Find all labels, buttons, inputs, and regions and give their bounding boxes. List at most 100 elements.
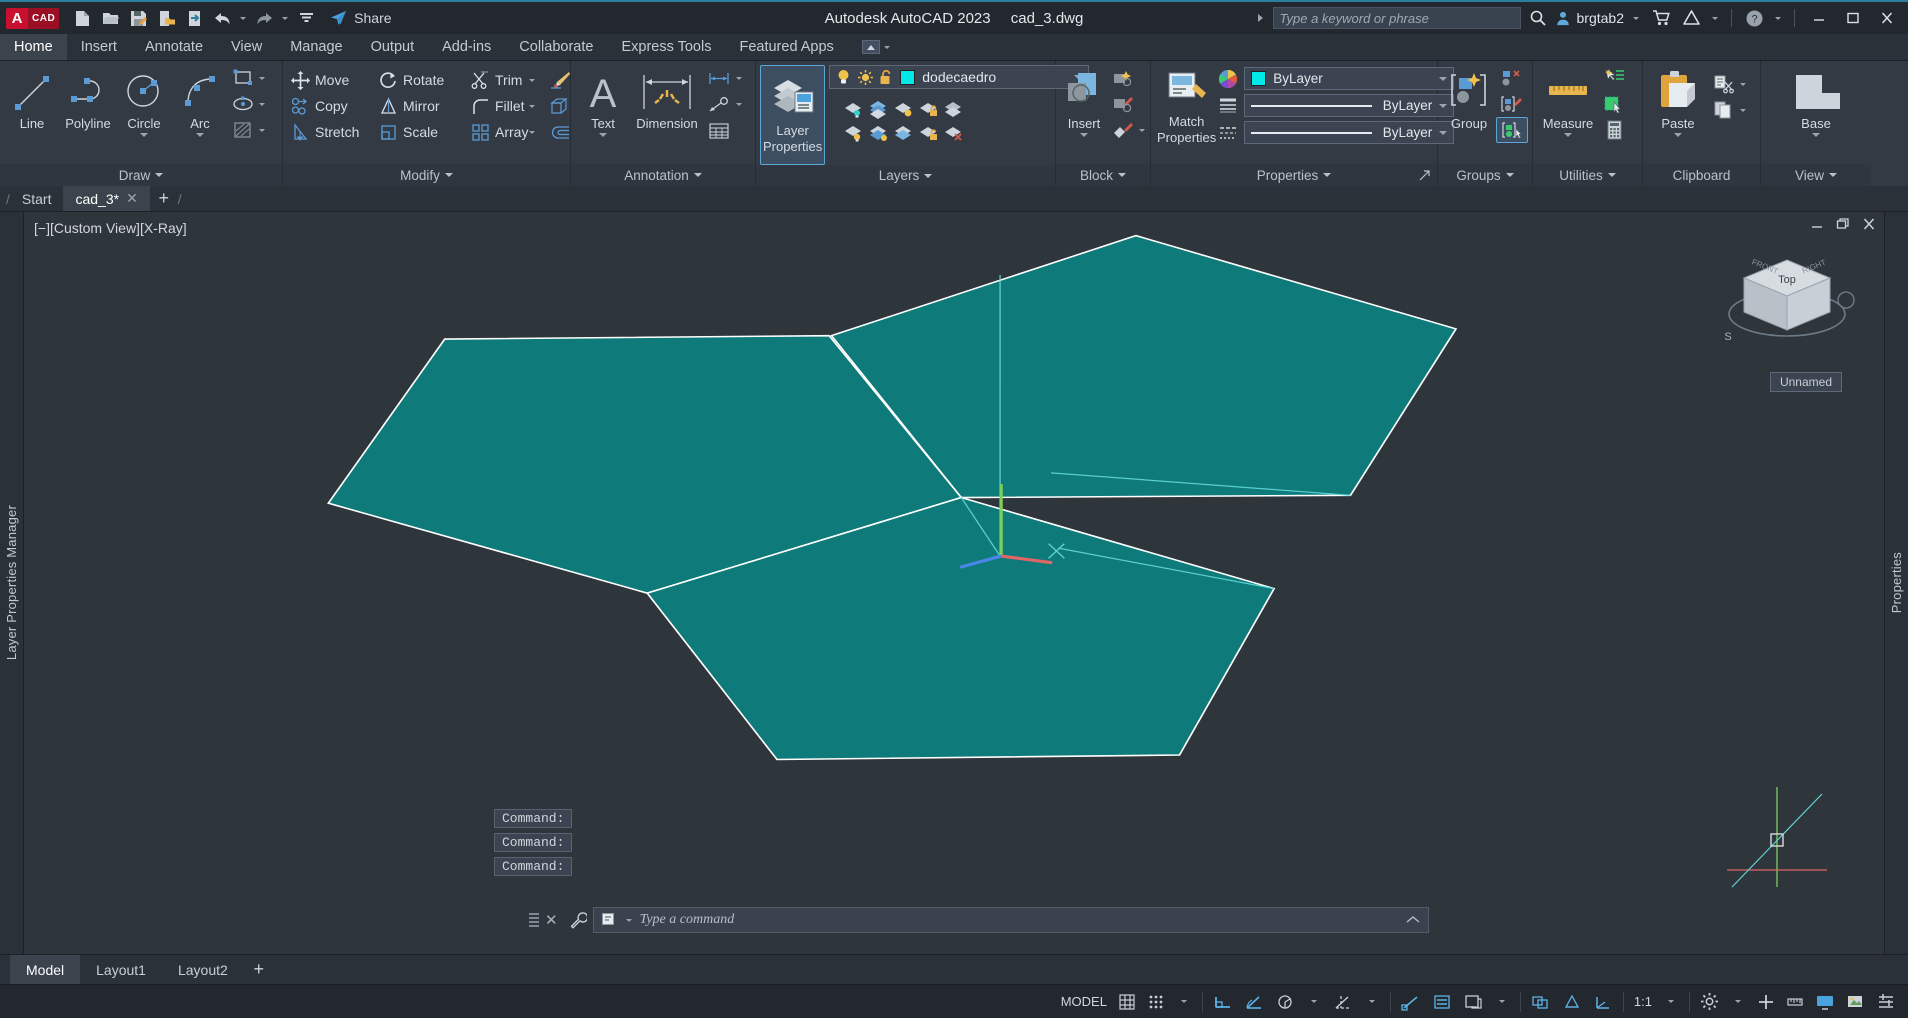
plot-icon[interactable] (181, 5, 207, 31)
linear-dimension-button[interactable] (703, 65, 746, 91)
snap-mode-toggle[interactable] (1142, 988, 1170, 1016)
fillet-button[interactable]: Fillet (467, 93, 529, 119)
object-snap-tracking-toggle[interactable] (1328, 988, 1358, 1016)
viewport-minimize-icon[interactable] (1810, 218, 1824, 230)
arc-button[interactable]: Arc (172, 65, 228, 141)
array-button[interactable]: Array (467, 119, 529, 145)
panel-label-draw[interactable]: Draw (0, 164, 282, 186)
open-file-icon[interactable] (97, 5, 123, 31)
layer-unlock-icon[interactable] (917, 121, 941, 145)
dimension-button[interactable]: Dimension (631, 65, 703, 135)
layer-off-icon[interactable] (842, 121, 866, 145)
share-button[interactable]: Share (329, 9, 392, 28)
circle-button[interactable]: Circle (116, 65, 172, 141)
panel-label-utilities[interactable]: Utilities (1533, 164, 1642, 186)
units-button[interactable] (1781, 988, 1809, 1016)
layer-unisolate-icon[interactable] (867, 97, 891, 121)
measure-button[interactable]: Measure (1537, 65, 1599, 141)
help-dropdown-icon[interactable] (1771, 5, 1785, 31)
transparency-dropdown-icon[interactable] (1489, 988, 1515, 1016)
object-snap-toggle[interactable] (1396, 988, 1426, 1016)
cart-icon[interactable] (1648, 5, 1674, 31)
panel-label-modify[interactable]: Modify (283, 164, 570, 186)
create-block-button[interactable] (1108, 65, 1149, 91)
quick-select-button[interactable] (1599, 65, 1629, 91)
lineweight-selector[interactable]: ByLayer (1244, 94, 1455, 117)
view-name-badge[interactable]: Unnamed (1769, 372, 1842, 392)
lightbulb-on-icon[interactable] (836, 69, 851, 85)
text-dropdown-icon[interactable] (599, 133, 607, 138)
ribbon-minimize-control[interactable] (854, 34, 898, 60)
tab-insert[interactable]: Insert (67, 34, 131, 60)
ellipse-dropdown-icon[interactable] (259, 102, 265, 106)
hardware-acceleration-button[interactable] (1810, 988, 1840, 1016)
command-input[interactable]: Type a command (592, 907, 1429, 933)
color-wheel-icon[interactable] (1218, 69, 1238, 89)
dynamic-ucs-toggle[interactable] (1588, 988, 1618, 1016)
layer-properties-manager-panel[interactable]: Layer Properties Manager (0, 212, 24, 954)
isodraft-dropdown-icon[interactable] (1301, 988, 1327, 1016)
customization-button[interactable] (1872, 988, 1900, 1016)
cut-button[interactable] (1709, 71, 1750, 97)
lineweight-display-toggle[interactable] (1427, 988, 1457, 1016)
arc-dropdown-icon[interactable] (196, 133, 204, 138)
autodesk-app-icon[interactable] (1678, 5, 1704, 31)
tab-view[interactable]: View (217, 34, 276, 60)
hatch-button[interactable] (228, 117, 269, 143)
command-expand-icon[interactable] (1406, 915, 1420, 925)
workspace-switching-button[interactable] (1695, 988, 1724, 1016)
close-button[interactable] (1872, 5, 1902, 31)
rectangle-button[interactable] (228, 65, 269, 91)
rectangle-dropdown-icon[interactable] (259, 76, 265, 80)
tab-express-tools[interactable]: Express Tools (607, 34, 725, 60)
group-selection-on-button[interactable] (1496, 117, 1528, 143)
maximize-button[interactable] (1838, 5, 1868, 31)
document-tab-cad3[interactable]: cad_3* ✕ (63, 186, 150, 211)
lineweight-icon[interactable] (1218, 96, 1238, 116)
save-as-icon[interactable] (153, 5, 179, 31)
tab-addins[interactable]: Add-ins (428, 34, 505, 60)
tab-annotate[interactable]: Annotate (131, 34, 217, 60)
paste-dropdown-icon[interactable] (1674, 133, 1682, 138)
line-button[interactable]: Line (4, 65, 60, 135)
copy-clip-dropdown-icon[interactable] (1740, 108, 1746, 112)
layout-tab-model[interactable]: Model (10, 955, 81, 984)
search-input[interactable]: Type a keyword or phrase (1272, 7, 1521, 29)
edit-block-button[interactable] (1108, 91, 1149, 117)
layout-tab-layout2[interactable]: Layout2 (162, 955, 244, 984)
drawing-canvas[interactable]: [−][Custom View][X-Ray] Top RIGHT FRONT … (24, 212, 1884, 954)
move-button[interactable]: Move (287, 67, 375, 93)
table-button[interactable] (703, 117, 746, 143)
cut-dropdown-icon[interactable] (1740, 82, 1746, 86)
object-color-selector[interactable]: ByLayer (1244, 67, 1455, 90)
close-tab-icon[interactable]: ✕ (126, 190, 138, 207)
annotation-scale-dropdown-icon[interactable] (1658, 988, 1684, 1016)
layer-merge-icon[interactable] (942, 97, 966, 121)
group-edit-button[interactable] (1496, 91, 1528, 117)
new-file-icon[interactable] (69, 5, 95, 31)
tab-home[interactable]: Home (0, 34, 67, 60)
ellipse-button[interactable] (228, 91, 269, 117)
viewport-close-icon[interactable] (1862, 218, 1876, 230)
layer-turn-all-on-icon[interactable] (867, 121, 891, 145)
layer-isolate-icon[interactable] (842, 97, 866, 121)
fillet-dropdown-icon[interactable] (529, 93, 545, 119)
rotate-button[interactable]: Rotate (375, 67, 467, 93)
ortho-mode-toggle[interactable] (1208, 988, 1238, 1016)
workspace-dropdown-icon[interactable] (1725, 988, 1751, 1016)
copy-button[interactable]: Copy (287, 93, 375, 119)
edit-attribute-button[interactable] (1108, 117, 1149, 143)
trim-dropdown-icon[interactable] (529, 67, 545, 93)
minimize-button[interactable] (1804, 5, 1834, 31)
leader-button[interactable] (703, 91, 746, 117)
help-icon[interactable]: ? (1741, 5, 1767, 31)
select-all-button[interactable] (1599, 91, 1629, 117)
save-icon[interactable] (125, 5, 151, 31)
new-layout-button[interactable]: + (244, 955, 274, 984)
user-account-button[interactable]: brgtab2 (1555, 10, 1624, 26)
panel-label-layers[interactable]: Layers (756, 165, 1055, 186)
redo-dropdown-icon[interactable] (279, 5, 291, 31)
user-dropdown-icon[interactable] (1628, 5, 1644, 31)
view-cube[interactable]: Top RIGHT FRONT S (1712, 242, 1862, 372)
model-space-toggle[interactable]: MODEL (1056, 988, 1112, 1016)
